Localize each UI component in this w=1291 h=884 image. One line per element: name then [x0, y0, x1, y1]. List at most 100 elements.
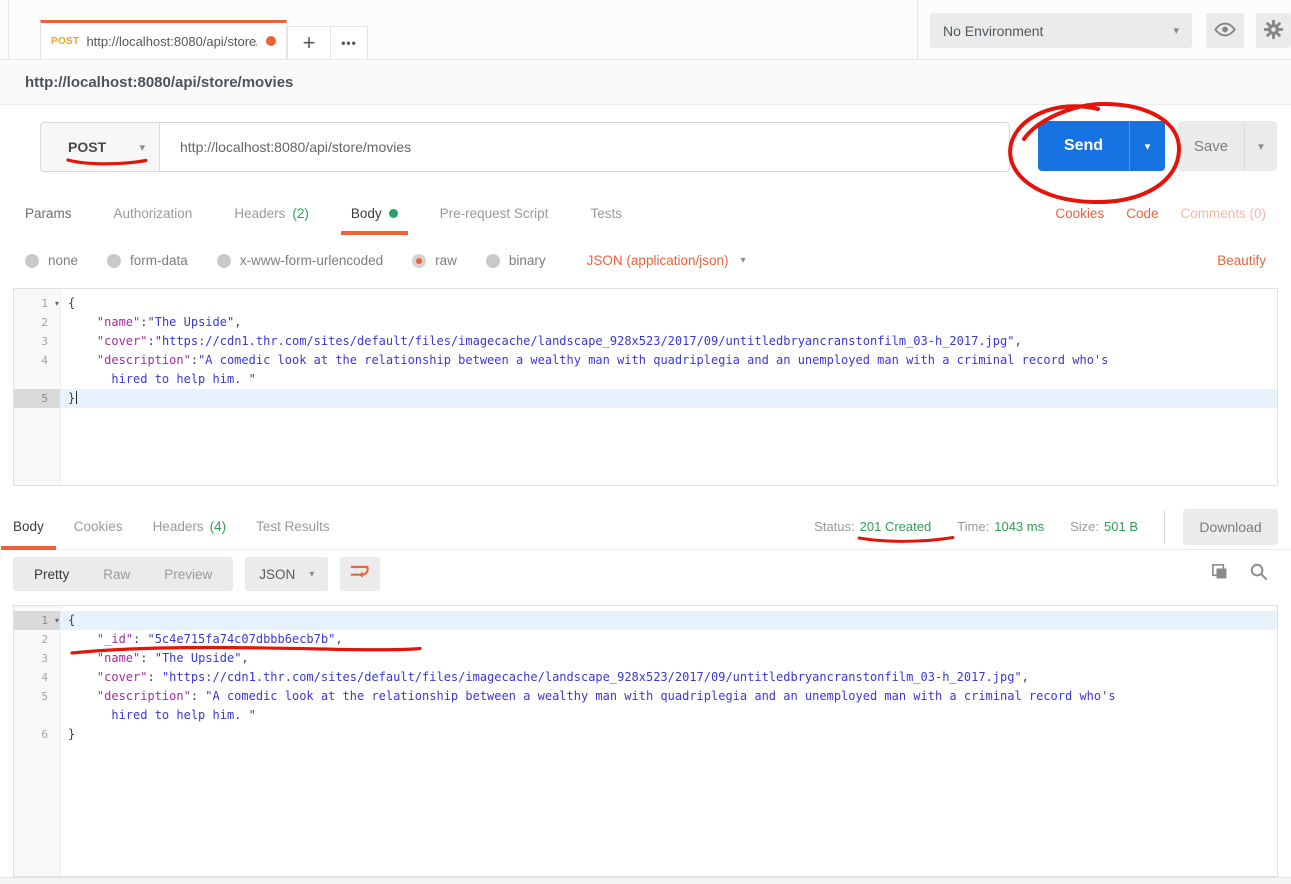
line-number: 3	[14, 649, 60, 668]
radio-none[interactable]: none	[25, 253, 78, 268]
tab-response-cookies[interactable]: Cookies	[74, 504, 123, 549]
cookies-link[interactable]: Cookies	[1055, 206, 1104, 221]
code-line[interactable]: 1▾{	[14, 294, 1277, 313]
size-badge: Size:501 B	[1070, 519, 1138, 534]
wrap-text-button[interactable]	[340, 557, 380, 591]
code-link[interactable]: Code	[1126, 206, 1158, 221]
line-number: 1▾	[14, 611, 60, 630]
code-line[interactable]: 3 "cover":"https://cdn1.thr.com/sites/de…	[14, 332, 1277, 351]
code-line[interactable]: 5}	[14, 389, 1277, 408]
request-title-bar: http://localhost:8080/api/store/movies	[0, 61, 1291, 105]
download-button[interactable]: Download	[1183, 509, 1278, 545]
code-line[interactable]: 2 "name":"The Upside",	[14, 313, 1277, 332]
postman-app: POST http://localhost:8080/api/store/ + …	[0, 0, 1291, 884]
request-tabs: Params Authorization Headers(2) Body Pre…	[0, 190, 1291, 237]
line-number	[14, 706, 60, 725]
line-number: 4	[14, 668, 60, 687]
time-value: 1043 ms	[994, 519, 1044, 534]
code-line[interactable]: 6}	[14, 725, 1277, 744]
tab-response-body[interactable]: Body	[13, 504, 44, 549]
response-format-value: JSON	[259, 567, 295, 582]
tab-tests[interactable]: Tests	[590, 190, 622, 237]
body-present-dot-icon	[389, 209, 398, 218]
unsaved-dot-icon	[266, 36, 276, 46]
chevron-down-icon: ▾	[139, 141, 145, 154]
line-number	[14, 370, 60, 389]
bottom-status-bar	[0, 877, 1291, 884]
fold-caret-icon[interactable]: ▾	[55, 611, 59, 630]
line-number: 2	[14, 630, 60, 649]
search-response-button[interactable]	[1249, 562, 1268, 586]
headers-count-badge: (2)	[292, 206, 309, 221]
more-tabs-button[interactable]: •••	[330, 26, 368, 59]
chevron-down-icon: ▾	[1258, 140, 1264, 153]
radio-icon	[217, 254, 231, 268]
radio-form-data[interactable]: form-data	[107, 253, 188, 268]
url-input[interactable]: http://localhost:8080/api/store/movies	[160, 122, 1010, 172]
request-body-editor[interactable]: 1▾{2 "name":"The Upside",3 "cover":"http…	[13, 288, 1278, 486]
method-select[interactable]: POST ▾	[40, 122, 160, 172]
copy-response-button[interactable]	[1210, 562, 1229, 586]
code-line[interactable]: 4 "description":"A comedic look at the r…	[14, 351, 1277, 370]
tab-pre-request-script[interactable]: Pre-request Script	[440, 190, 549, 237]
save-options-button[interactable]: ▾	[1244, 121, 1277, 171]
tab-body[interactable]: Body	[351, 190, 398, 237]
radio-x-www-form-urlencoded[interactable]: x-www-form-urlencoded	[217, 253, 383, 268]
view-raw[interactable]: Raw	[86, 567, 147, 582]
time-badge: Time:1043 ms	[957, 519, 1044, 534]
response-body-editor[interactable]: 1▾{2 "_id": "5c4e715fa74c07dbbb6ecb7b",3…	[13, 605, 1278, 877]
response-view-switcher: Pretty Raw Preview	[13, 557, 233, 591]
gear-icon	[1263, 19, 1284, 43]
code-line[interactable]: 1▾{	[14, 611, 1277, 630]
view-preview[interactable]: Preview	[147, 567, 229, 582]
request-title: http://localhost:8080/api/store/movies	[25, 74, 293, 91]
tab-authorization[interactable]: Authorization	[114, 190, 193, 237]
tab-method-badge: POST	[51, 36, 79, 47]
tab-strip: POST http://localhost:8080/api/store/ + …	[40, 20, 368, 59]
send-options-button[interactable]: ▾	[1129, 121, 1165, 171]
environment-quicklook-button[interactable]	[1206, 13, 1244, 48]
request-tab[interactable]: POST http://localhost:8080/api/store/	[40, 20, 287, 59]
url-input-value: http://localhost:8080/api/store/movies	[180, 139, 411, 155]
code-line[interactable]: hired to help him. "	[14, 706, 1277, 725]
eye-icon	[1214, 22, 1236, 40]
save-button-group: Save ▾	[1178, 121, 1277, 171]
tab-test-results[interactable]: Test Results	[256, 504, 330, 549]
settings-button[interactable]	[1256, 13, 1291, 48]
save-button[interactable]: Save	[1178, 121, 1244, 171]
size-value: 501 B	[1104, 519, 1138, 534]
sidebar-edge-divider	[8, 0, 9, 60]
content-type-value: JSON (application/json)	[587, 253, 729, 268]
tab-headers[interactable]: Headers(2)	[234, 190, 309, 237]
content-type-select[interactable]: JSON (application/json) ▾	[587, 253, 746, 268]
response-format-select[interactable]: JSON ▾	[245, 557, 328, 591]
send-button[interactable]: Send	[1038, 121, 1129, 171]
fold-caret-icon[interactable]: ▾	[55, 294, 59, 313]
radio-icon	[25, 254, 39, 268]
line-number: 5	[14, 389, 60, 408]
code-line[interactable]: 5 "description": "A comedic look at the …	[14, 687, 1277, 706]
code-line[interactable]: 2 "_id": "5c4e715fa74c07dbbb6ecb7b",	[14, 630, 1277, 649]
radio-raw[interactable]: raw	[412, 253, 457, 268]
chevron-down-icon: ▾	[1145, 140, 1151, 153]
chevron-down-icon: ▾	[740, 255, 745, 266]
status-badge: Status:201 Created	[814, 519, 931, 534]
line-number: 2	[14, 313, 60, 332]
code-line[interactable]: 4 "cover": "https://cdn1.thr.com/sites/d…	[14, 668, 1277, 687]
tab-params[interactable]: Params	[25, 190, 72, 237]
view-pretty[interactable]: Pretty	[17, 567, 86, 582]
environment-select-value: No Environment	[943, 23, 1043, 39]
chevron-down-icon: ▾	[1173, 24, 1179, 37]
radio-binary[interactable]: binary	[486, 253, 546, 268]
new-tab-button[interactable]: +	[287, 26, 331, 59]
environment-select[interactable]: No Environment ▾	[930, 13, 1192, 48]
comments-link[interactable]: Comments (0)	[1180, 206, 1266, 221]
chevron-down-icon: ▾	[309, 569, 314, 580]
code-line[interactable]: 3 "name": "The Upside",	[14, 649, 1277, 668]
beautify-link[interactable]: Beautify	[1217, 253, 1266, 268]
radio-selected-icon	[412, 254, 426, 268]
tab-response-headers[interactable]: Headers(4)	[153, 504, 227, 549]
line-number: 4	[14, 351, 60, 370]
code-line[interactable]: hired to help him. "	[14, 370, 1277, 389]
line-number: 6	[14, 725, 60, 744]
